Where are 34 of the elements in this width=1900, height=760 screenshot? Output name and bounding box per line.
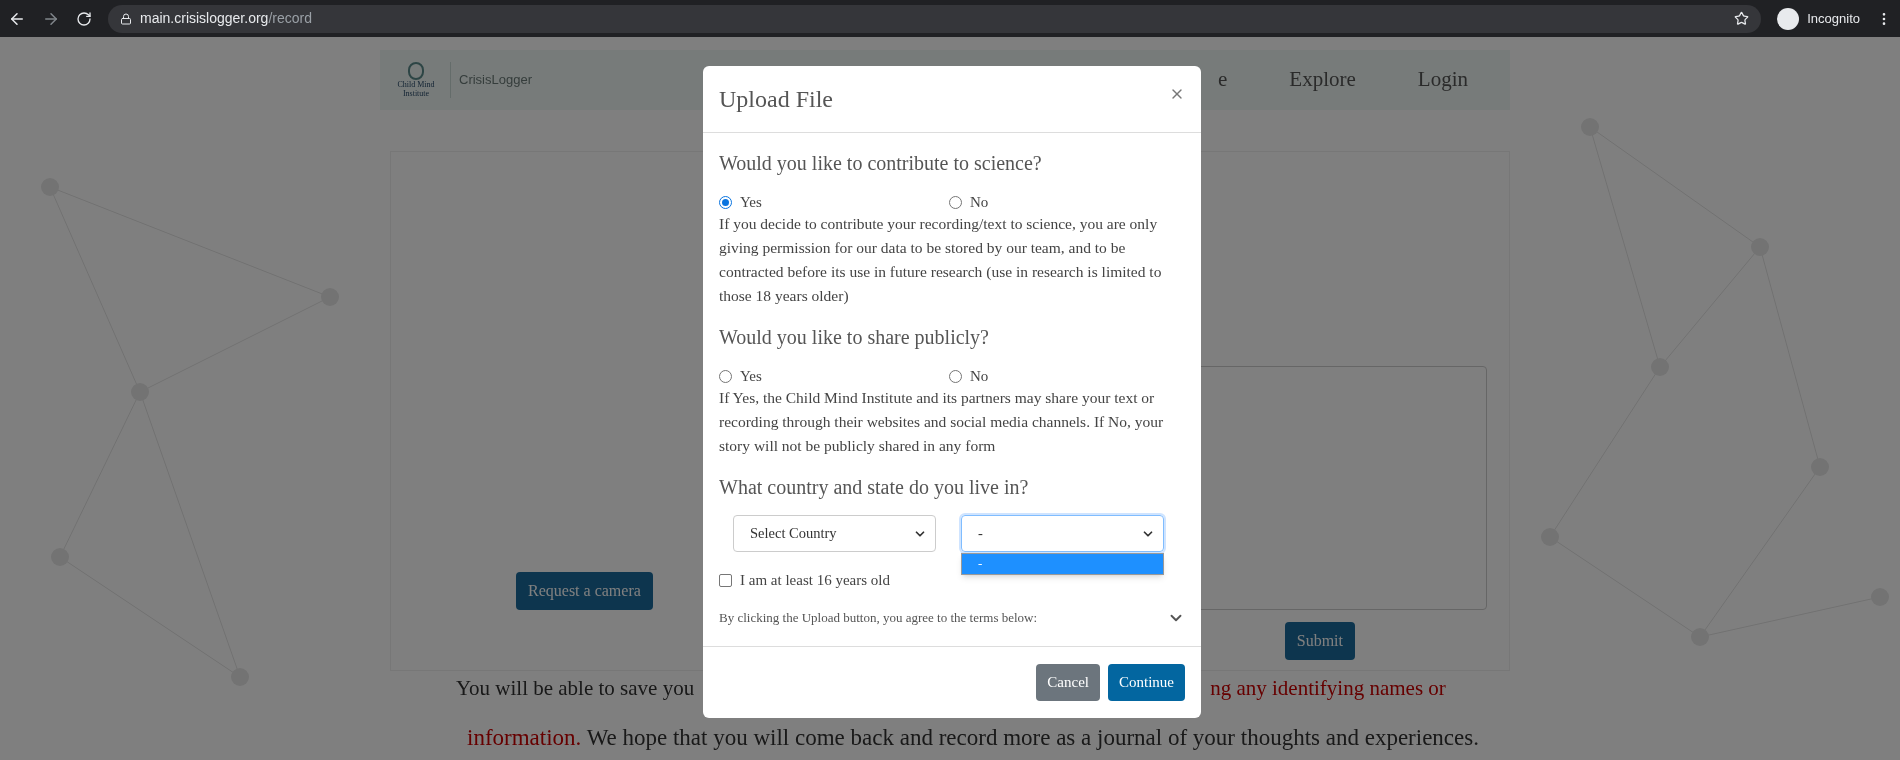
nav-link[interactable]: e	[1218, 64, 1228, 96]
submit-button[interactable]: Submit	[1284, 622, 1355, 660]
notice-text: information. We hope that you will come back and record more as a journal of your thoughts and experiences.	[467, 724, 1479, 752]
state-select[interactable]: -	[961, 515, 1164, 552]
request-camera-button[interactable]: Request a camera	[516, 572, 653, 610]
note-text: If Yes, the Child Mind Institute and its partners may share your text or recording through their websites and social media channels. If No, your story will not be publicly shared in any form	[719, 388, 1165, 456]
notice-text: ng any identifying names or	[1210, 675, 1446, 702]
url-text: main.crisislogger.org/record	[140, 9, 312, 28]
checkbox-label: I am at least 16 years old	[740, 570, 890, 590]
dialog-title: Upload File	[719, 85, 833, 114]
continue-button[interactable]: Continue	[1108, 664, 1185, 701]
nav-link[interactable]: Explore	[1289, 64, 1356, 96]
checkbox[interactable]	[719, 573, 732, 587]
brand-name: CrisisLogger	[459, 71, 532, 90]
country-select[interactable]: Select Country	[733, 515, 936, 552]
address-bar[interactable]: main.crisislogger.org/record	[108, 4, 1762, 33]
reload-icon[interactable]	[76, 10, 92, 27]
bookmark-icon[interactable]	[1734, 11, 1750, 26]
question-text: Would you like to share publicly?	[719, 325, 990, 350]
terms-text: By clicking the Upload button, you agree to the terms below:	[719, 609, 1038, 628]
radio-label: No	[970, 192, 989, 212]
radio-label: Yes	[740, 192, 762, 212]
radio-label: Yes	[740, 366, 762, 386]
note-text: If you decide to contribute your recording/text to science, you are only giving permission for our data to be stored by our team, and to be contracted before its use in future research (use in research is limited to those 18 years older)	[719, 214, 1163, 306]
cancel-button[interactable]: Cancel	[1036, 664, 1100, 701]
radio-label: No	[970, 366, 989, 386]
notice-text: You will be able to save you	[456, 675, 695, 702]
question-text: Would you like to contribute to science?	[719, 151, 1043, 176]
profile-label[interactable]: Incognito	[1807, 8, 1860, 29]
nav-link[interactable]: Login	[1417, 64, 1468, 96]
dropdown-option[interactable]: -	[962, 554, 1163, 574]
question-text: What country and state do you live in?	[719, 475, 1030, 500]
logo: Child Mind Institute	[390, 62, 442, 98]
lock-icon	[120, 12, 132, 25]
